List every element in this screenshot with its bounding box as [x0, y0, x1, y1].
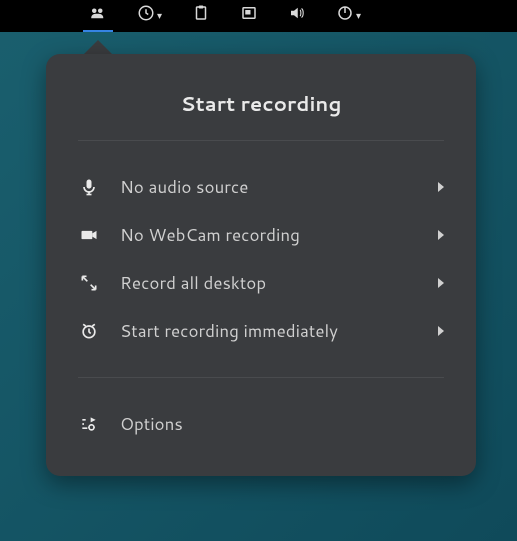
chevron-right-icon	[438, 230, 444, 240]
menu-item-label: No WebCam recording	[120, 223, 438, 247]
delay-timer-item[interactable]: Start recording immediately	[60, 307, 462, 355]
options-item[interactable]: Options	[60, 400, 462, 448]
chevron-right-icon	[438, 278, 444, 288]
clock-icon	[137, 4, 155, 28]
workspace-icon	[240, 4, 258, 28]
separator	[78, 140, 444, 141]
clock-indicator[interactable]: ▾	[131, 0, 168, 32]
power-indicator[interactable]: ▾	[330, 0, 367, 32]
workspace-indicator[interactable]	[234, 0, 264, 32]
chevron-right-icon	[438, 326, 444, 336]
webcam-icon	[78, 224, 100, 246]
audio-source-item[interactable]: No audio source	[60, 163, 462, 211]
volume-icon	[288, 4, 306, 28]
popover-arrow	[84, 40, 112, 54]
fullscreen-icon	[78, 272, 100, 294]
clipboard-icon	[192, 4, 210, 28]
volume-indicator[interactable]	[282, 0, 312, 32]
easyscreencast-indicator[interactable]	[83, 0, 113, 32]
chevron-down-icon: ▾	[356, 9, 361, 23]
microphone-icon	[78, 176, 100, 198]
menu-item-label: No audio source	[120, 175, 438, 199]
menu-item-label: Record all desktop	[120, 271, 438, 295]
chevron-down-icon: ▾	[157, 9, 162, 23]
alarm-icon	[78, 320, 100, 342]
menu-item-label: Options	[120, 412, 444, 436]
popover-title: Start recording	[60, 78, 462, 140]
menu-list: No audio source No WebCam recording Reco…	[60, 163, 462, 355]
clipboard-indicator[interactable]	[186, 0, 216, 32]
webcam-item[interactable]: No WebCam recording	[60, 211, 462, 259]
separator	[78, 377, 444, 378]
menu-item-label: Start recording immediately	[120, 319, 438, 343]
chevron-right-icon	[438, 182, 444, 192]
top-panel: ▾ ▾	[0, 0, 517, 32]
record-area-item[interactable]: Record all desktop	[60, 259, 462, 307]
settings-icon	[78, 413, 100, 435]
power-icon	[336, 4, 354, 28]
recording-popover: Start recording No audio source No WebCa…	[46, 40, 476, 476]
easyscreencast-icon	[89, 4, 107, 28]
